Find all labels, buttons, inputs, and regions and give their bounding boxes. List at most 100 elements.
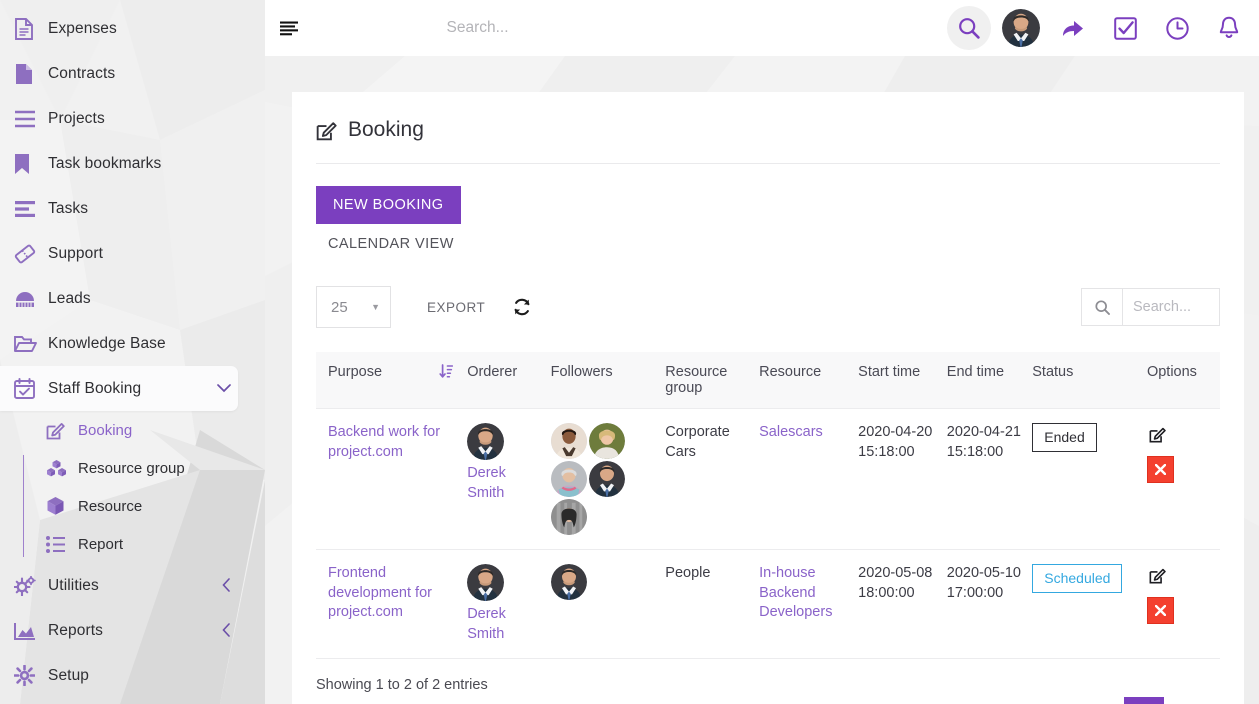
sidebar-item-tasks[interactable]: Tasks (0, 186, 265, 231)
column-header-end-time[interactable]: End time (946, 352, 1033, 409)
cell-purpose: Backend work for project.com (316, 408, 468, 550)
search-input[interactable] (444, 18, 805, 38)
card-header: Booking (292, 92, 1244, 163)
sidebar-item-resource[interactable]: Resource (0, 487, 265, 525)
cell-options (1146, 408, 1220, 550)
pagination: Previous 1 Next (1042, 697, 1220, 704)
page-length-value: 25 (331, 298, 348, 316)
calendar-view-button[interactable]: CALENDAR VIEW (328, 236, 454, 252)
table-search (1081, 288, 1220, 326)
delete-button[interactable] (1146, 597, 1174, 625)
search-button[interactable] (943, 0, 995, 56)
follower-avatar[interactable] (550, 564, 587, 600)
search-icon[interactable] (947, 6, 991, 50)
cell-orderer: Derek Smith (467, 408, 551, 550)
delete-button[interactable] (1146, 456, 1174, 484)
cell-followers (550, 549, 666, 660)
follower-avatar[interactable] (588, 461, 625, 497)
chevron-down-icon (217, 382, 231, 395)
column-header-orderer[interactable]: Orderer (467, 352, 551, 409)
leads-icon (14, 290, 48, 308)
sidebar-item-reports[interactable]: Reports (0, 608, 265, 653)
sidebar-item-utilities[interactable]: Utilities (0, 563, 265, 608)
cell-end-time: 2020-05-10 17:00:00 (946, 549, 1033, 660)
table-wrapper: Purpose Orderer Followers Resource group… (292, 328, 1244, 660)
orderer-avatar[interactable] (467, 564, 505, 601)
column-header-start-time[interactable]: Start time (858, 352, 947, 409)
sidebar-item-report[interactable]: Report (0, 525, 265, 563)
chevron-left-icon (222, 622, 231, 639)
ticket-icon (14, 244, 48, 264)
column-header-status[interactable]: Status (1032, 352, 1147, 409)
top-search-wrapper (306, 18, 943, 38)
share-icon[interactable] (1047, 0, 1099, 56)
cell-start-time: 2020-04-20 15:18:00 (858, 408, 947, 550)
purpose-link[interactable]: Frontend development for project.com (328, 565, 432, 620)
pencil-square-icon (316, 120, 337, 141)
sidebar-subitem-label: Report (78, 535, 124, 553)
column-label: Status (1032, 364, 1074, 380)
clock-icon[interactable] (1151, 0, 1203, 56)
follower-avatar[interactable] (550, 499, 587, 535)
pagination-page-1[interactable]: 1 (1124, 697, 1165, 704)
sidebar-item-projects[interactable]: Projects (0, 96, 265, 141)
cell-resource-group: Corporate Cars (665, 408, 760, 550)
sidebar-item-setup[interactable]: Setup (0, 653, 265, 698)
follower-avatar[interactable] (550, 423, 587, 459)
sidebar-item-leads[interactable]: Leads (0, 276, 265, 321)
sidebar-item-support[interactable]: Support (0, 231, 265, 276)
column-header-followers[interactable]: Followers (550, 352, 666, 409)
sidebar-item-knowledge-base[interactable]: Knowledge Base (0, 321, 265, 366)
avatar[interactable] (995, 0, 1047, 56)
orderer-avatar[interactable] (467, 423, 505, 460)
bookmark-icon (14, 153, 48, 175)
chart-area-icon (14, 622, 48, 640)
orderer-name-link[interactable]: Derek Smith (467, 464, 529, 503)
sidebar-item-resource-group[interactable]: Resource group (0, 449, 265, 487)
menu-icon[interactable] (272, 21, 306, 36)
table-footer: Showing 1 to 2 of 2 entries Previous 1 N… (292, 659, 1244, 704)
column-header-purpose[interactable]: Purpose (316, 352, 468, 409)
sort-desc-icon[interactable] (439, 364, 461, 383)
gears-icon (14, 575, 48, 596)
sidebar-item-task-bookmarks[interactable]: Task bookmarks (0, 141, 265, 186)
table-search-input[interactable] (1123, 289, 1219, 325)
sidebar-subnav: Booking Resource group Resource Report (0, 411, 265, 563)
column-header-resource[interactable]: Resource (759, 352, 859, 409)
sidebar-subitem-label: Resource group (78, 459, 185, 477)
edit-button[interactable] (1147, 564, 1169, 586)
content-area: Booking NEW BOOKING CALENDAR VIEW 25 ▼ E… (265, 56, 1259, 704)
resource-link[interactable]: In-house Backend Developers (759, 565, 832, 620)
cell-options (1146, 549, 1220, 660)
list-icon (46, 535, 78, 553)
bell-icon[interactable] (1203, 0, 1255, 56)
cell-followers (550, 408, 666, 550)
avatar-image (1002, 9, 1040, 47)
cell-status: Scheduled (1032, 549, 1147, 660)
orderer-name-link[interactable]: Derek Smith (467, 605, 529, 644)
table-header-row: Purpose Orderer Followers Resource group… (316, 352, 1220, 409)
column-label: Orderer (467, 364, 518, 380)
purpose-link[interactable]: Backend work for project.com (328, 424, 440, 460)
file-lines-icon (14, 17, 48, 40)
export-button[interactable]: EXPORT (421, 299, 491, 316)
page-length-select[interactable]: 25 ▼ (316, 286, 391, 328)
column-header-resource-group[interactable]: Resource group (665, 352, 760, 409)
sidebar-item-label: Projects (48, 109, 105, 127)
refresh-icon[interactable] (513, 298, 531, 316)
sidebar-item-booking[interactable]: Booking (0, 411, 265, 449)
cell-resource-group: People (665, 549, 760, 660)
sidebar-item-staff-booking[interactable]: Staff Booking (0, 366, 238, 411)
pagination-previous[interactable]: Previous (1042, 697, 1124, 704)
check-square-icon[interactable] (1099, 0, 1151, 56)
sidebar-item-expenses[interactable]: Expenses (0, 6, 265, 51)
follower-avatar[interactable] (588, 423, 625, 459)
sidebar-item-contracts[interactable]: Contracts (0, 51, 265, 96)
table-body: Backend work for project.com Derek Smith… (316, 408, 1220, 660)
follower-avatar[interactable] (550, 461, 587, 497)
search-icon[interactable] (1082, 289, 1123, 325)
edit-button[interactable] (1147, 423, 1169, 445)
resource-link[interactable]: Salescars (759, 424, 823, 440)
new-booking-button[interactable]: NEW BOOKING (316, 186, 461, 224)
pagination-next[interactable]: Next (1164, 697, 1220, 704)
